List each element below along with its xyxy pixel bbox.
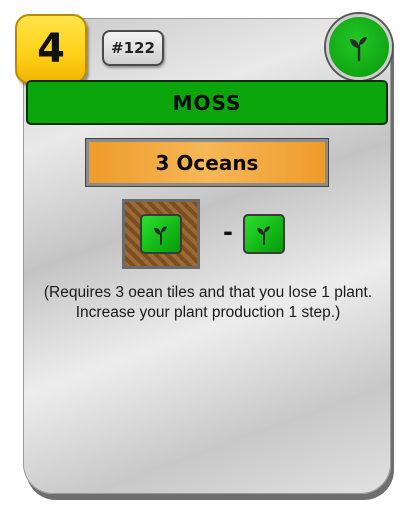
card-number: #122 [111, 39, 155, 57]
card-title-bar: MOSS [26, 80, 388, 125]
plant-tag-icon [326, 14, 392, 80]
minus-operator: - [223, 218, 233, 246]
sprout-icon [350, 37, 367, 62]
cost-badge: 4 [15, 14, 87, 84]
requirement-text: 3 Oceans [155, 150, 259, 175]
card-number-badge: #122 [102, 30, 164, 66]
cost-value: 4 [37, 26, 65, 72]
card-description: (Requires 3 oean tiles and that you lose… [43, 284, 373, 321]
sprout-icon [257, 226, 271, 245]
plant-production-icon [140, 214, 182, 254]
card-title: MOSS [172, 90, 242, 115]
sprout-icon [154, 226, 168, 245]
plant-resource-icon [243, 214, 285, 254]
plant-production-box [122, 199, 200, 269]
requirement-bar: 3 Oceans [86, 139, 328, 186]
